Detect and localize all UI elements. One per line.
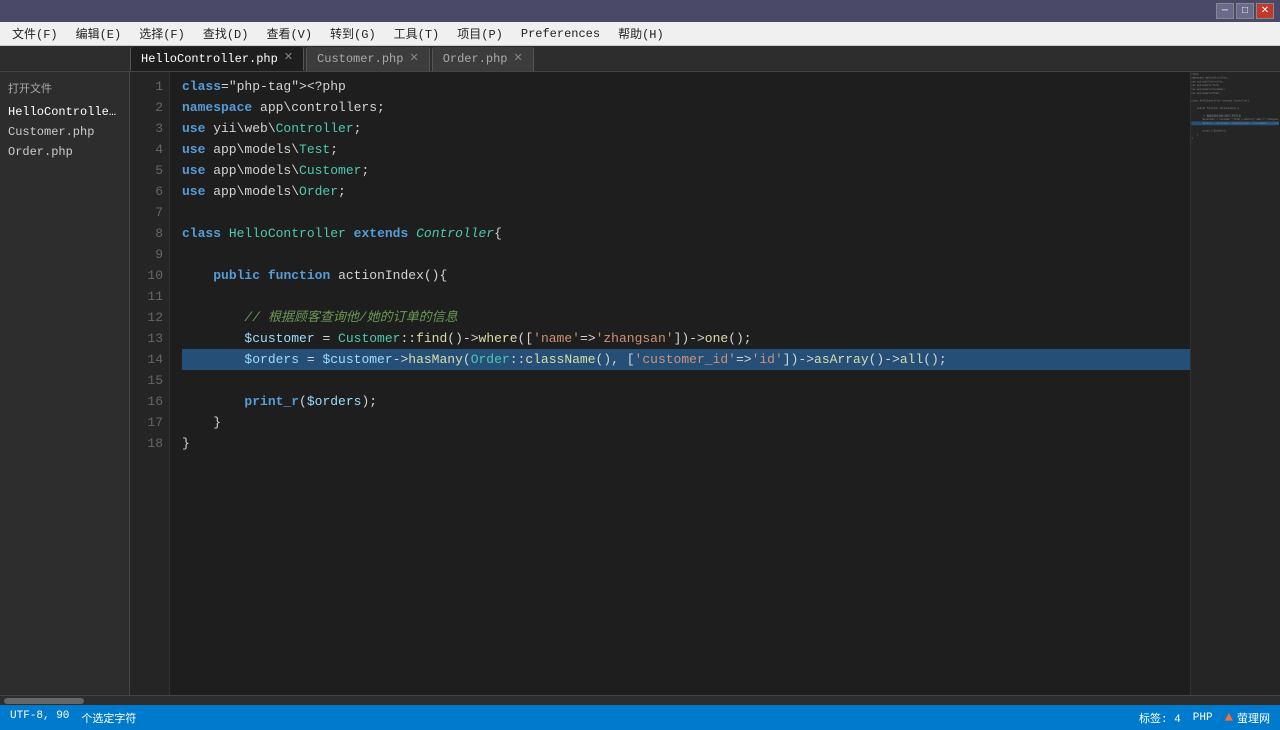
code-line-18[interactable]: }	[182, 433, 1190, 454]
selection-info: 个选定字符	[81, 710, 136, 726]
code-line-1[interactable]: class="php-tag"><?php	[182, 76, 1190, 97]
code-line-12[interactable]: // 根据顾客查询他/她的订单的信息	[182, 307, 1190, 328]
close-button[interactable]: ✕	[1256, 3, 1274, 19]
menu-item-h[interactable]: 帮助(H)	[610, 23, 672, 44]
tab-label: Customer.php	[317, 52, 403, 66]
menu-item-t[interactable]: 工具(T)	[386, 23, 448, 44]
code-line-8[interactable]: class HelloController extends Controller…	[182, 223, 1190, 244]
line-number-18: 18	[130, 433, 163, 454]
brand-watermark: ▲ 萤理网	[1225, 710, 1270, 726]
editor-wrapper: 123456789101112131415161718 class="php-t…	[130, 72, 1280, 695]
sidebar: 打开文件 HelloController.phpCustomer.phpOrde…	[0, 72, 130, 695]
maximize-button[interactable]: □	[1236, 3, 1254, 19]
line-number-10: 10	[130, 265, 163, 286]
code-line-17[interactable]: }	[182, 412, 1190, 433]
menu-item-d[interactable]: 查找(D)	[195, 23, 257, 44]
code-line-16[interactable]: print_r($orders);	[182, 391, 1190, 412]
scrollbar-thumb[interactable]	[4, 698, 84, 704]
line-number-16: 16	[130, 391, 163, 412]
code-line-15[interactable]	[182, 370, 1190, 391]
code-line-10[interactable]: public function actionIndex(){	[182, 265, 1190, 286]
menu-item-g[interactable]: 转到(G)	[322, 23, 384, 44]
brand-name: 萤理网	[1237, 710, 1270, 726]
line-number-12: 12	[130, 307, 163, 328]
code-line-4[interactable]: use app\models\Test;	[182, 139, 1190, 160]
tab-close-icon[interactable]: ✕	[409, 54, 418, 65]
code-line-13[interactable]: $customer = Customer::find()->where(['na…	[182, 328, 1190, 349]
code-line-7[interactable]	[182, 202, 1190, 223]
code-line-2[interactable]: namespace app\controllers;	[182, 97, 1190, 118]
status-right: 标签: 4 PHP ▲ 萤理网	[1139, 710, 1270, 726]
line-number-6: 6	[130, 181, 163, 202]
tab-customer-php[interactable]: Customer.php ✕	[306, 47, 430, 71]
brand-icon: ▲	[1225, 710, 1233, 726]
tab-close-icon[interactable]: ✕	[284, 53, 293, 64]
horizontal-scrollbar[interactable]	[0, 695, 1280, 705]
language-info: PHP	[1193, 712, 1213, 724]
tab-order-php[interactable]: Order.php ✕	[432, 47, 534, 71]
line-number-8: 8	[130, 223, 163, 244]
menu-item-preferences[interactable]: Preferences	[513, 25, 608, 43]
sidebar-file-order-php[interactable]: Order.php	[0, 142, 129, 162]
minimap: <?phpnamespace app\controllers;use yii\w…	[1190, 72, 1280, 695]
menu-item-v[interactable]: 查看(V)	[258, 23, 320, 44]
line-number-13: 13	[130, 328, 163, 349]
menu-item-p[interactable]: 项目(P)	[449, 23, 511, 44]
tab-label: HelloController.php	[141, 52, 278, 66]
encoding-info: UTF-8, 90	[10, 710, 69, 726]
tab-hellocontroller-php[interactable]: HelloController.php ✕	[130, 47, 304, 71]
menu-bar: 文件(F)编辑(E)选择(F)查找(D)查看(V)转到(G)工具(T)项目(P)…	[0, 22, 1280, 46]
code-line-9[interactable]	[182, 244, 1190, 265]
status-bar: UTF-8, 90 个选定字符 标签: 4 PHP ▲ 萤理网	[0, 705, 1280, 730]
sidebar-file-customer-php[interactable]: Customer.php	[0, 122, 129, 142]
line-number-4: 4	[130, 139, 163, 160]
line-number-2: 2	[130, 97, 163, 118]
main-area: 打开文件 HelloController.phpCustomer.phpOrde…	[0, 72, 1280, 695]
line-number-9: 9	[130, 244, 163, 265]
line-number-1: 1	[130, 76, 163, 97]
menu-item-e[interactable]: 编辑(E)	[68, 23, 130, 44]
code-line-3[interactable]: use yii\web\Controller;	[182, 118, 1190, 139]
menu-item-f[interactable]: 选择(F)	[131, 23, 193, 44]
line-number-5: 5	[130, 160, 163, 181]
minimap-content: <?phpnamespace app\controllers;use yii\w…	[1191, 72, 1279, 141]
title-bar: ─ □ ✕	[0, 0, 1280, 22]
tab-close-icon[interactable]: ✕	[514, 54, 523, 65]
line-numbers: 123456789101112131415161718	[130, 72, 170, 695]
line-number-3: 3	[130, 118, 163, 139]
code-area[interactable]: class="php-tag"><?phpnamespace app\contr…	[170, 72, 1190, 695]
code-line-14[interactable]: $orders = $customer->hasMany(Order::clas…	[182, 349, 1190, 370]
tab-info: 标签: 4	[1139, 710, 1181, 726]
line-number-15: 15	[130, 370, 163, 391]
line-number-17: 17	[130, 412, 163, 433]
sidebar-title: 打开文件	[0, 76, 129, 102]
code-line-11[interactable]	[182, 286, 1190, 307]
minimize-button[interactable]: ─	[1216, 3, 1234, 19]
code-line-6[interactable]: use app\models\Order;	[182, 181, 1190, 202]
line-number-11: 11	[130, 286, 163, 307]
sidebar-file-hellocontroller-php[interactable]: HelloController.php	[0, 102, 129, 122]
line-number-7: 7	[130, 202, 163, 223]
status-left: UTF-8, 90 个选定字符	[10, 710, 136, 726]
code-line-5[interactable]: use app\models\Customer;	[182, 160, 1190, 181]
menu-item-f[interactable]: 文件(F)	[4, 23, 66, 44]
tab-bar: HelloController.php✕Customer.php✕Order.p…	[0, 46, 1280, 72]
tab-label: Order.php	[443, 52, 508, 66]
line-number-14: 14	[130, 349, 163, 370]
title-bar-controls: ─ □ ✕	[1216, 3, 1274, 19]
